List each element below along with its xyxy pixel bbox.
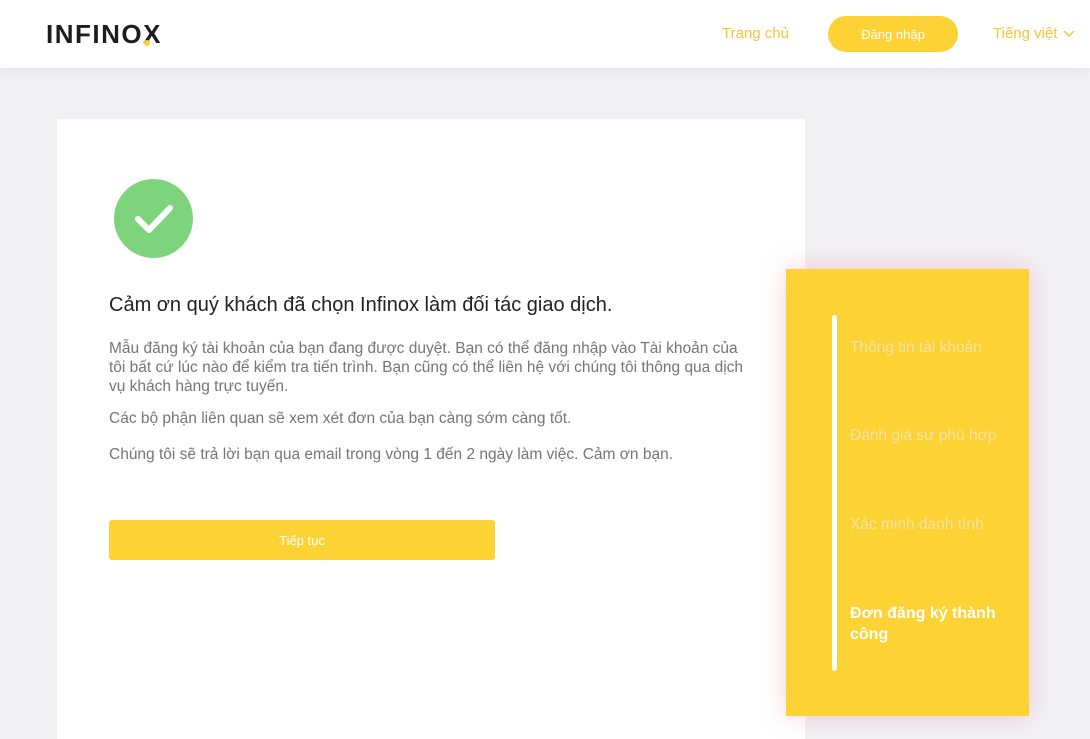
step-account-info: Thông tin tài khoản <box>850 339 982 356</box>
success-card: Cảm ơn quý khách đã chọn Infinox làm đối… <box>57 119 805 739</box>
site-header: INFINOX Trang chủ Đăng nhập Tiếng việt <box>0 0 1090 68</box>
chevron-down-icon <box>1063 30 1075 37</box>
continue-button-label: Tiếp tục <box>279 532 325 548</box>
continue-button[interactable]: Tiếp tục <box>109 520 495 560</box>
language-selector[interactable]: Tiếng việt <box>993 25 1075 43</box>
step-suitability: Đánh giá sự phù hợp <box>850 427 997 444</box>
review-paragraph: Các bộ phận liên quan sẽ xem xét đơn của… <box>109 410 572 427</box>
language-label: Tiếng việt <box>993 25 1058 42</box>
progress-steps-panel: Thông tin tài khoản Đánh giá sự phù hợp … <box>786 269 1029 716</box>
login-button-label: Đăng nhập <box>861 26 925 42</box>
status-paragraph: Mẫu đăng ký tài khoản của bạn đang được … <box>109 340 744 395</box>
progress-line <box>832 315 837 671</box>
page-title: Cảm ơn quý khách đã chọn Infinox làm đối… <box>109 294 613 316</box>
step-identity-verification: Xác minh danh tính <box>850 516 984 533</box>
logo-dot-icon <box>144 40 150 46</box>
nav-home-link[interactable]: Trang chủ <box>722 25 789 43</box>
email-paragraph: Chúng tôi sẽ trả lời bạn qua email trong… <box>109 446 674 463</box>
login-button[interactable]: Đăng nhập <box>828 16 958 52</box>
check-circle-icon <box>114 179 193 258</box>
step-application-success: Đơn đăng ký thành công <box>850 605 996 643</box>
